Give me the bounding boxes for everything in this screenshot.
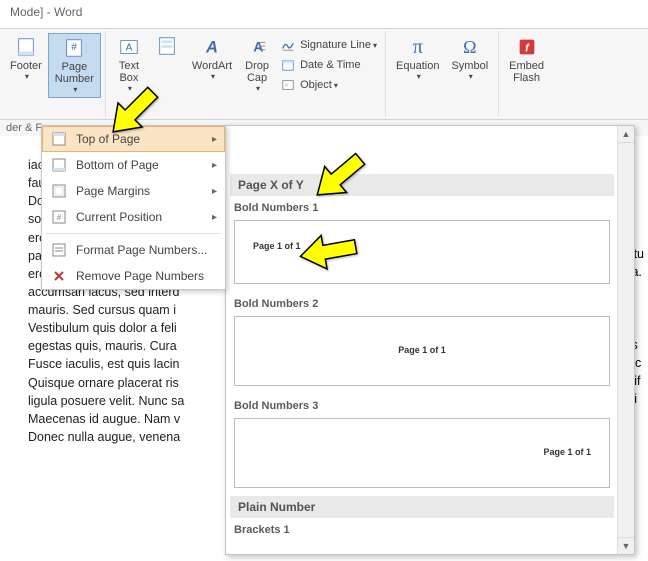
submenu-arrow-icon: ▸ <box>212 134 217 145</box>
wordart-icon: A <box>201 36 223 58</box>
footer-label: Footer <box>10 60 42 72</box>
current-position-icon: # <box>50 209 68 225</box>
submenu-arrow-icon: ▸ <box>212 160 217 171</box>
gallery-item-title: Bold Numbers 2 <box>230 292 614 314</box>
menu-separator <box>46 233 221 234</box>
text-box-label: Text Box <box>119 60 139 84</box>
chevron-down-icon: ▾ <box>73 85 77 94</box>
object-label: Object <box>300 79 332 91</box>
chevron-down-icon: ▾ <box>373 41 377 50</box>
chevron-down-icon: ▾ <box>211 72 215 81</box>
quick-parts-button[interactable] <box>148 33 186 61</box>
gallery-item-bold1[interactable]: Page 1 of 1 <box>234 220 610 284</box>
text-box-icon: A <box>118 36 140 58</box>
gallery-item-title: Bold Numbers 1 <box>230 196 614 218</box>
page-number-menu: Top of Page ▸ Bottom of Page ▸ Page Marg… <box>41 125 226 290</box>
wordart-label: WordArt <box>192 60 232 72</box>
equation-button[interactable]: π Equation ▾ <box>390 33 445 84</box>
flash-icon: f <box>516 36 538 58</box>
symbol-icon: Ω <box>459 36 481 58</box>
menu-remove-label: Remove Page Numbers <box>76 269 217 283</box>
menu-format-label: Format Page Numbers... <box>76 243 217 257</box>
submenu-arrow-icon: ▸ <box>212 212 217 223</box>
svg-text:A: A <box>253 40 263 55</box>
window-title: Mode] - Word <box>0 0 648 28</box>
menu-current-label: Current Position <box>76 210 212 224</box>
preview-sample: Page 1 of 1 <box>543 447 591 457</box>
gallery-item-title: Bold Numbers 3 <box>230 394 614 416</box>
page-number-button[interactable]: # Page Number ▾ <box>48 33 101 98</box>
drop-cap-icon: A <box>246 36 268 58</box>
svg-text:A: A <box>205 39 218 57</box>
chevron-down-icon: ▾ <box>334 81 338 90</box>
preview-sample: Page 1 of 1 <box>398 345 446 355</box>
object-button[interactable]: Object ▾ <box>276 75 381 95</box>
chevron-down-icon: ▾ <box>417 72 421 81</box>
gallery-section-header: Plain Number <box>230 496 614 518</box>
signature-line-button[interactable]: Signature Line ▾ <box>276 35 381 55</box>
embed-flash-label: Embed Flash <box>509 60 544 84</box>
date-time-label: Date & Time <box>300 59 361 71</box>
embed-flash-button[interactable]: f Embed Flash <box>503 33 550 87</box>
menu-format-page-numbers[interactable]: Format Page Numbers... <box>42 237 225 263</box>
format-numbers-icon <box>50 242 68 258</box>
page-number-icon: # <box>63 37 85 59</box>
page-margins-icon <box>50 183 68 199</box>
signature-label: Signature Line <box>300 39 371 51</box>
top-of-page-icon <box>50 131 68 147</box>
menu-current-position[interactable]: # Current Position ▸ <box>42 204 225 230</box>
menu-top-label: Top of Page <box>76 132 212 146</box>
menu-bottom-label: Bottom of Page <box>76 158 212 172</box>
bottom-of-page-icon <box>50 157 68 173</box>
svg-text:#: # <box>72 42 78 53</box>
ribbon: Footer ▾ # Page Number ▾ A Text Box ▾ <box>0 28 648 120</box>
submenu-arrow-icon: ▸ <box>212 186 217 197</box>
menu-margins-label: Page Margins <box>76 184 212 198</box>
drop-cap-label: Drop Cap <box>245 60 269 84</box>
symbol-label: Symbol <box>451 60 488 72</box>
symbol-button[interactable]: Ω Symbol ▾ <box>445 33 494 84</box>
quick-parts-icon <box>156 35 178 57</box>
chevron-down-icon: ▾ <box>256 84 260 93</box>
gallery-scrollbar[interactable]: ▲ ▼ <box>617 126 634 554</box>
page-number-gallery: ▲ ▼ Page X of Y Bold Numbers 1 Page 1 of… <box>225 125 635 555</box>
gallery-item-bold2[interactable]: Page 1 of 1 <box>234 316 610 386</box>
wordart-button[interactable]: A WordArt ▾ <box>186 33 238 84</box>
svg-text:A: A <box>126 43 133 54</box>
menu-top-of-page[interactable]: Top of Page ▸ <box>42 126 225 152</box>
equation-label: Equation <box>396 60 439 72</box>
text-box-button[interactable]: A Text Box ▾ <box>110 33 148 96</box>
footer-button[interactable]: Footer ▾ <box>4 33 48 84</box>
remove-numbers-icon <box>50 268 68 284</box>
svg-text:#: # <box>57 213 62 222</box>
menu-bottom-of-page[interactable]: Bottom of Page ▸ <box>42 152 225 178</box>
chevron-down-icon: ▾ <box>25 72 29 81</box>
preview-sample: Page 1 of 1 <box>253 241 301 251</box>
footer-icon <box>15 36 37 58</box>
gallery-item-title: Brackets 1 <box>230 518 614 540</box>
equation-icon: π <box>407 36 429 58</box>
scroll-down-icon[interactable]: ▼ <box>618 537 634 554</box>
menu-remove-page-numbers[interactable]: Remove Page Numbers <box>42 263 225 289</box>
menu-page-margins[interactable]: Page Margins ▸ <box>42 178 225 204</box>
date-time-button[interactable]: Date & Time <box>276 55 381 75</box>
gallery-item-bold3[interactable]: Page 1 of 1 <box>234 418 610 488</box>
drop-cap-button[interactable]: A Drop Cap ▾ <box>238 33 276 96</box>
page-number-label: Page Number <box>55 61 94 85</box>
object-icon <box>280 77 296 93</box>
date-time-icon <box>280 57 296 73</box>
gallery-section-header: Page X of Y <box>230 174 614 196</box>
chevron-down-icon: ▾ <box>128 84 132 93</box>
signature-icon <box>280 37 296 53</box>
scroll-up-icon[interactable]: ▲ <box>618 126 634 143</box>
chevron-down-icon: ▾ <box>469 72 473 81</box>
